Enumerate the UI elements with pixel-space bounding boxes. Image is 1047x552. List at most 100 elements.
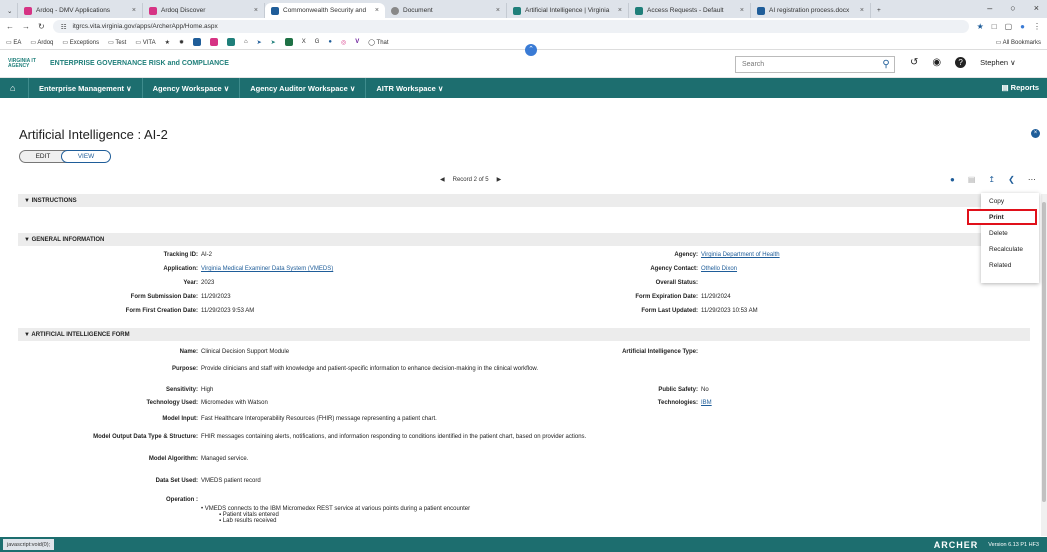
bookmark-x-icon[interactable]: X bbox=[302, 39, 306, 45]
bookmark-star-icon[interactable]: ★ bbox=[977, 22, 984, 31]
field-row: Model Algorithm: Managed service. bbox=[18, 456, 1030, 478]
tab-ardoq-dmv[interactable]: Ardoq - DMV Applications × bbox=[18, 3, 143, 18]
label-agency: Agency: bbox=[674, 252, 698, 258]
scrollbar-thumb[interactable] bbox=[1042, 202, 1046, 502]
close-window-icon[interactable]: × bbox=[1034, 3, 1039, 13]
bookmark-app-icon[interactable] bbox=[227, 38, 235, 46]
restore-icon[interactable]: ○ bbox=[1010, 3, 1015, 13]
browser-menu-icon[interactable]: ⋮ bbox=[1033, 22, 1041, 31]
menu-item-copy[interactable]: Copy bbox=[981, 193, 1039, 209]
back-icon[interactable]: ← bbox=[6, 22, 14, 31]
bookmark-arrow-icon[interactable]: ➤ bbox=[257, 39, 262, 46]
export-icon[interactable]: ↥ bbox=[988, 175, 995, 184]
edit-button[interactable]: EDIT bbox=[19, 150, 67, 163]
notification-bell-icon[interactable]: ◉ bbox=[932, 57, 941, 68]
tab-access-requests[interactable]: Access Requests - Default × bbox=[629, 3, 751, 18]
menu-item-recalculate[interactable]: Recalculate bbox=[981, 241, 1039, 257]
browser-status-text: javascript:void(0); bbox=[3, 539, 55, 550]
user-menu[interactable]: Stephen ∨ bbox=[980, 58, 1016, 67]
bookmark-folder-vita[interactable]: ▭ VITA bbox=[135, 39, 155, 46]
view-button[interactable]: VIEW bbox=[61, 150, 111, 163]
reports-link[interactable]: ▤ Reports bbox=[1001, 83, 1039, 92]
section-ai-form[interactable]: ▼ ARTIFICIAL INTELLIGENCE FORM bbox=[18, 328, 1030, 341]
help-icon[interactable]: ? bbox=[955, 57, 967, 68]
tab-commonwealth-security[interactable]: Commonwealth Security and × bbox=[265, 3, 385, 18]
tab-menu-button[interactable]: ⌄ bbox=[4, 3, 18, 18]
bookmark-ardoq-icon[interactable] bbox=[210, 38, 218, 46]
section-general-information[interactable]: ▼ GENERAL INFORMATION bbox=[18, 233, 1030, 246]
sidebar-icon[interactable]: ▢ bbox=[1005, 22, 1013, 31]
tab-ai-registration-docx[interactable]: AI registration process.docx × bbox=[751, 3, 871, 18]
app-logo[interactable]: VIRGINIA IT AGENCY ENTERPRISE GOVERNANCE… bbox=[8, 58, 229, 69]
bookmark-that[interactable]: ◯ That bbox=[368, 39, 388, 46]
tab-ardoq-discover[interactable]: Ardoq Discover × bbox=[143, 3, 265, 18]
more-icon[interactable]: ⋯ bbox=[1028, 175, 1036, 184]
close-icon[interactable]: × bbox=[488, 7, 500, 14]
all-bookmarks[interactable]: ▭ All Bookmarks bbox=[996, 39, 1041, 46]
bookmark-excel-icon[interactable] bbox=[284, 38, 293, 46]
bookmark-star-icon[interactable]: ★ bbox=[165, 39, 170, 46]
menu-item-print[interactable]: Print bbox=[967, 209, 1037, 225]
next-record-icon[interactable]: ▶ bbox=[497, 176, 502, 183]
bookmark-folder-ardoq[interactable]: ▭ Ardoq bbox=[30, 39, 53, 46]
value-technology-used: Micromedex with Watson bbox=[201, 400, 268, 406]
new-tab-button[interactable]: + bbox=[871, 3, 887, 18]
reload-icon[interactable]: ↻ bbox=[38, 22, 45, 31]
save-icon[interactable]: ▤ bbox=[968, 175, 976, 184]
link-agency-contact[interactable]: Othello Dixon bbox=[701, 266, 737, 272]
link-agency[interactable]: Virginia Department of Health bbox=[701, 252, 780, 258]
section-instructions[interactable]: ▼ INSTRUCTIONS bbox=[18, 194, 1030, 207]
bookmark-g-icon[interactable]: G bbox=[315, 39, 320, 45]
close-icon[interactable]: × bbox=[246, 7, 258, 14]
nav-agency-auditor-workspace[interactable]: Agency Auditor Workspace ∨ bbox=[239, 78, 365, 98]
bookmark-home-icon[interactable]: ⌂ bbox=[244, 39, 248, 45]
home-icon[interactable]: ⌂ bbox=[10, 83, 28, 93]
close-icon[interactable]: × bbox=[124, 7, 136, 14]
minimize-icon[interactable]: – bbox=[987, 3, 992, 13]
address-bar-row: ← → ↻ ☷ itgrcs.vita.virginia.gov/apps/Arc… bbox=[0, 18, 1047, 35]
page-title: Artificial Intelligence : AI-2 bbox=[19, 127, 168, 142]
site-info-icon[interactable]: ☷ bbox=[61, 23, 67, 31]
window-controls: – ○ × bbox=[987, 3, 1039, 13]
history-icon[interactable]: ↺ bbox=[910, 57, 918, 68]
close-icon[interactable]: × bbox=[852, 7, 864, 14]
tab-document[interactable]: Document × bbox=[385, 3, 507, 18]
close-icon[interactable]: × bbox=[610, 7, 622, 14]
close-record-icon[interactable]: × bbox=[1031, 129, 1040, 138]
collapse-header-icon[interactable]: ⌃ bbox=[525, 44, 537, 56]
bookmark-folder-test[interactable]: ▭ Test bbox=[108, 39, 126, 46]
value-sensitivity: High bbox=[201, 387, 214, 393]
extensions-icon[interactable]: □ bbox=[992, 22, 997, 31]
search-icon[interactable]: ⚲ bbox=[878, 59, 894, 70]
share-icon[interactable]: ❮ bbox=[1008, 175, 1015, 184]
link-application[interactable]: Virginia Medical Examiner Data System (V… bbox=[201, 266, 333, 272]
forward-icon[interactable]: → bbox=[22, 22, 30, 31]
bookmark-arrow2-icon[interactable]: ➤ bbox=[271, 39, 276, 46]
page-scrollbar[interactable] bbox=[1041, 194, 1047, 536]
menu-item-delete[interactable]: Delete bbox=[981, 225, 1039, 241]
close-icon[interactable]: × bbox=[367, 7, 379, 14]
menu-item-related[interactable]: Related bbox=[981, 257, 1039, 273]
record-navigation: ◀ Record 2 of 5 ▶ bbox=[440, 176, 502, 184]
profile-icon[interactable]: ● bbox=[1020, 22, 1025, 31]
nav-enterprise-management[interactable]: Enterprise Management ∨ bbox=[28, 78, 142, 98]
bookmark-folder-exceptions[interactable]: ▭ Exceptions bbox=[62, 39, 99, 46]
nav-aitr-workspace[interactable]: AITR Workspace ∨ bbox=[365, 78, 453, 98]
ardoq-icon bbox=[24, 6, 32, 15]
url-field[interactable]: ☷ itgrcs.vita.virginia.gov/apps/ArcherApp… bbox=[52, 20, 969, 33]
close-icon[interactable]: × bbox=[732, 7, 744, 14]
bookmark-folder-ea[interactable]: ▭ EA bbox=[6, 39, 21, 46]
nav-agency-workspace[interactable]: Agency Workspace ∨ bbox=[141, 78, 240, 98]
bookmark-v-icon[interactable]: V bbox=[355, 39, 359, 45]
link-technologies[interactable]: IBM bbox=[701, 400, 712, 406]
bookmark-outlook-icon[interactable] bbox=[193, 38, 201, 46]
tab-artificial-intelligence[interactable]: Artificial Intelligence | Virginia × bbox=[507, 3, 629, 18]
bookmark-target-icon[interactable]: ◎ bbox=[341, 39, 346, 46]
archer-icon bbox=[271, 6, 279, 15]
add-icon[interactable]: ● bbox=[950, 175, 955, 184]
bookmark-gear-icon[interactable]: ✹ bbox=[179, 39, 184, 46]
bookmark-circle-icon[interactable]: ● bbox=[328, 39, 332, 45]
prev-record-icon[interactable]: ◀ bbox=[440, 176, 445, 183]
search-input[interactable]: Search ⚲ bbox=[735, 56, 895, 73]
instructions-body bbox=[18, 207, 1030, 233]
